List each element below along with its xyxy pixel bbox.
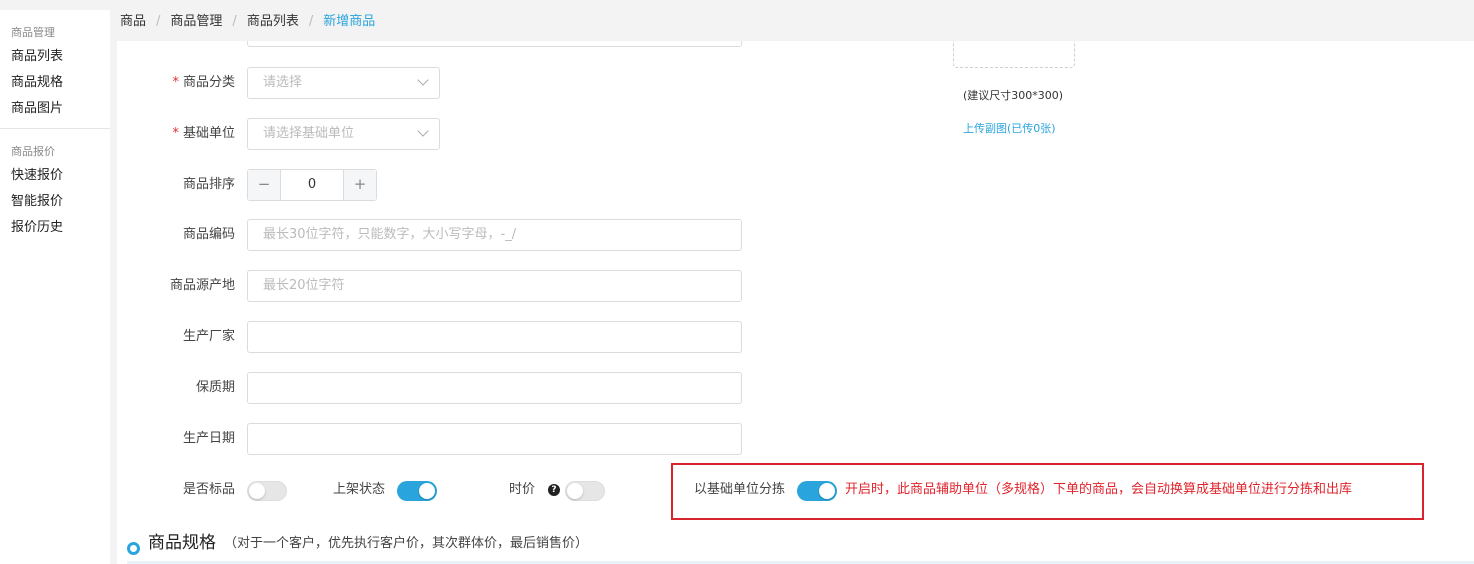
form-row-base-unit: * 基础单位 请选择基础单位	[117, 118, 917, 150]
sidebar-item-quick-quote[interactable]: 快速报价	[0, 163, 110, 189]
market-price-toggle[interactable]	[565, 481, 605, 501]
sidebar: 商品管理 商品列表 商品规格 商品图片 商品报价 快速报价 智能报价 报价历史	[0, 10, 110, 564]
base-unit-sorting-note: 开启时，此商品辅助单位（多规格）下单的商品，会自动换算成基础单位进行分拣和出库	[845, 482, 1353, 497]
base-unit-sorting-toggle[interactable]	[797, 481, 837, 501]
category-label: * 商品分类	[172, 75, 235, 90]
cropped-input-top[interactable]	[247, 41, 742, 47]
section-subtitle: （对于一个客户，优先执行客户价，其次群体价，最后销售价）	[224, 536, 589, 551]
breadcrumb-separator: /	[308, 14, 314, 29]
manufacturer-input[interactable]	[247, 321, 742, 353]
sort-value[interactable]: 0	[281, 170, 343, 200]
base-unit-select-placeholder: 请选择基础单位	[263, 126, 355, 141]
origin-input[interactable]: 最长20位字符	[247, 270, 742, 302]
market-price-toggle-label: 时价	[509, 482, 536, 497]
sort-stepper[interactable]: − 0 +	[247, 169, 377, 201]
category-select[interactable]: 请选择	[247, 67, 440, 99]
breadcrumb: 商品 / 商品管理 / 商品列表 / 新增商品	[120, 0, 375, 42]
chevron-down-icon	[417, 74, 429, 86]
sidebar-group-title-product-mgmt: 商品管理	[11, 26, 55, 39]
breadcrumb-item-product-list[interactable]: 商品列表	[247, 0, 299, 44]
question-circle-icon[interactable]: ?	[548, 484, 560, 496]
sidebar-item-product-images[interactable]: 商品图片	[0, 96, 110, 122]
sort-label: 商品排序	[182, 177, 235, 192]
toggle-knob	[419, 483, 435, 499]
sidebar-group-title-quote: 商品报价	[11, 145, 55, 158]
section-dot-icon	[127, 542, 140, 555]
breadcrumb-separator: /	[232, 14, 237, 29]
sidebar-divider	[0, 128, 110, 129]
upload-size-hint: (建议尺寸300*300)	[963, 89, 1064, 102]
base-unit-sorting-label: 以基础单位分拣	[694, 482, 786, 497]
code-input[interactable]: 最长30位字符，只能数字，大小写字母，-_/	[247, 219, 742, 251]
breadcrumb-item-product-mgmt[interactable]: 商品管理	[170, 0, 222, 44]
base-unit-select[interactable]: 请选择基础单位	[247, 118, 440, 150]
manufacturer-label: 生产厂家	[182, 329, 235, 344]
form-row-manufacturer: 生产厂家	[117, 321, 917, 353]
form-row-production-date: 生产日期	[117, 423, 917, 455]
breadcrumb-separator: /	[156, 14, 161, 29]
toggle-knob	[819, 483, 835, 499]
sidebar-item-product-list[interactable]: 商品列表	[0, 44, 110, 70]
chevron-down-icon	[417, 125, 429, 137]
sidebar-item-quote-history[interactable]: 报价历史	[0, 215, 110, 241]
app-root: 商品管理 商品列表 商品规格 商品图片 商品报价 快速报价 智能报价 报价历史 …	[0, 0, 1474, 564]
form-row-sort: 商品排序 − 0 +	[117, 169, 917, 201]
plus-icon[interactable]: +	[343, 170, 376, 200]
form-row-origin: 商品源产地 最长20位字符	[117, 270, 917, 302]
shelf-life-label: 保质期	[195, 380, 235, 395]
minus-icon[interactable]: −	[248, 170, 281, 200]
toggle-knob	[567, 483, 583, 499]
upload-sub-image-link[interactable]: 上传副图(已传0张)	[963, 120, 1056, 136]
listing-toggle[interactable]	[397, 481, 437, 501]
form-row-category: * 商品分类 请选择	[117, 67, 917, 99]
code-label: 商品编码	[182, 227, 235, 242]
form-row-shelf-life: 保质期	[117, 372, 917, 404]
form-row-code: 商品编码 最长30位字符，只能数字，大小写字母，-_/	[117, 219, 917, 251]
standard-toggle[interactable]	[247, 481, 287, 501]
image-upload-box[interactable]	[953, 41, 1075, 68]
main-panel: * 商品分类 请选择 * 基础单位 请选择基础单位 商品排序 − 0 + 商品编…	[117, 41, 1474, 564]
production-date-label: 生产日期	[182, 431, 235, 446]
listing-toggle-label: 上架状态	[333, 482, 386, 497]
standard-toggle-label: 是否标品	[183, 482, 236, 497]
origin-label: 商品源产地	[169, 278, 235, 293]
toggle-knob	[249, 483, 265, 499]
shelf-life-input[interactable]	[247, 372, 742, 404]
breadcrumb-item-current: 新增商品	[323, 14, 376, 29]
production-date-input[interactable]	[247, 423, 742, 455]
breadcrumb-item-product[interactable]: 商品	[120, 0, 146, 44]
base-unit-label: * 基础单位	[172, 126, 235, 141]
sidebar-item-smart-quote[interactable]: 智能报价	[0, 189, 110, 215]
section-title: 商品规格	[148, 533, 216, 553]
sidebar-item-product-spec[interactable]: 商品规格	[0, 70, 110, 96]
category-select-placeholder: 请选择	[263, 75, 303, 90]
